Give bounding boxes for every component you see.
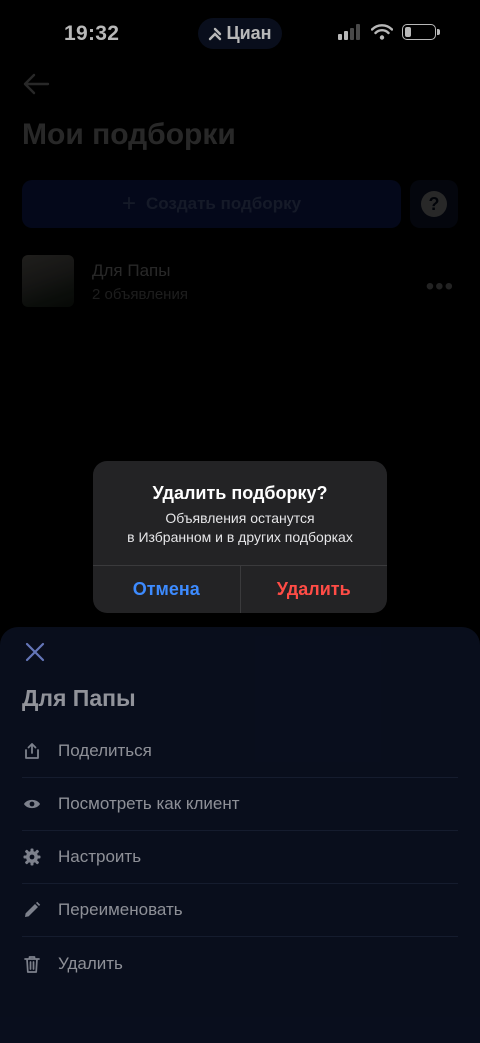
dialog-message-line-1: Объявления останутся <box>165 510 315 526</box>
delete-confirm-dialog: Удалить подборку? Объявления останутся в… <box>93 461 387 613</box>
dialog-message-line-2: в Избранном и в других подборках <box>127 529 353 545</box>
dialog-title: Удалить подборку? <box>152 483 328 503</box>
dialog-actions: Отмена Удалить <box>93 565 387 613</box>
cancel-button[interactable]: Отмена <box>93 566 240 613</box>
delete-button[interactable]: Удалить <box>239 566 388 613</box>
dialog-message: Объявления останутся в Избранном и в дру… <box>93 509 387 547</box>
